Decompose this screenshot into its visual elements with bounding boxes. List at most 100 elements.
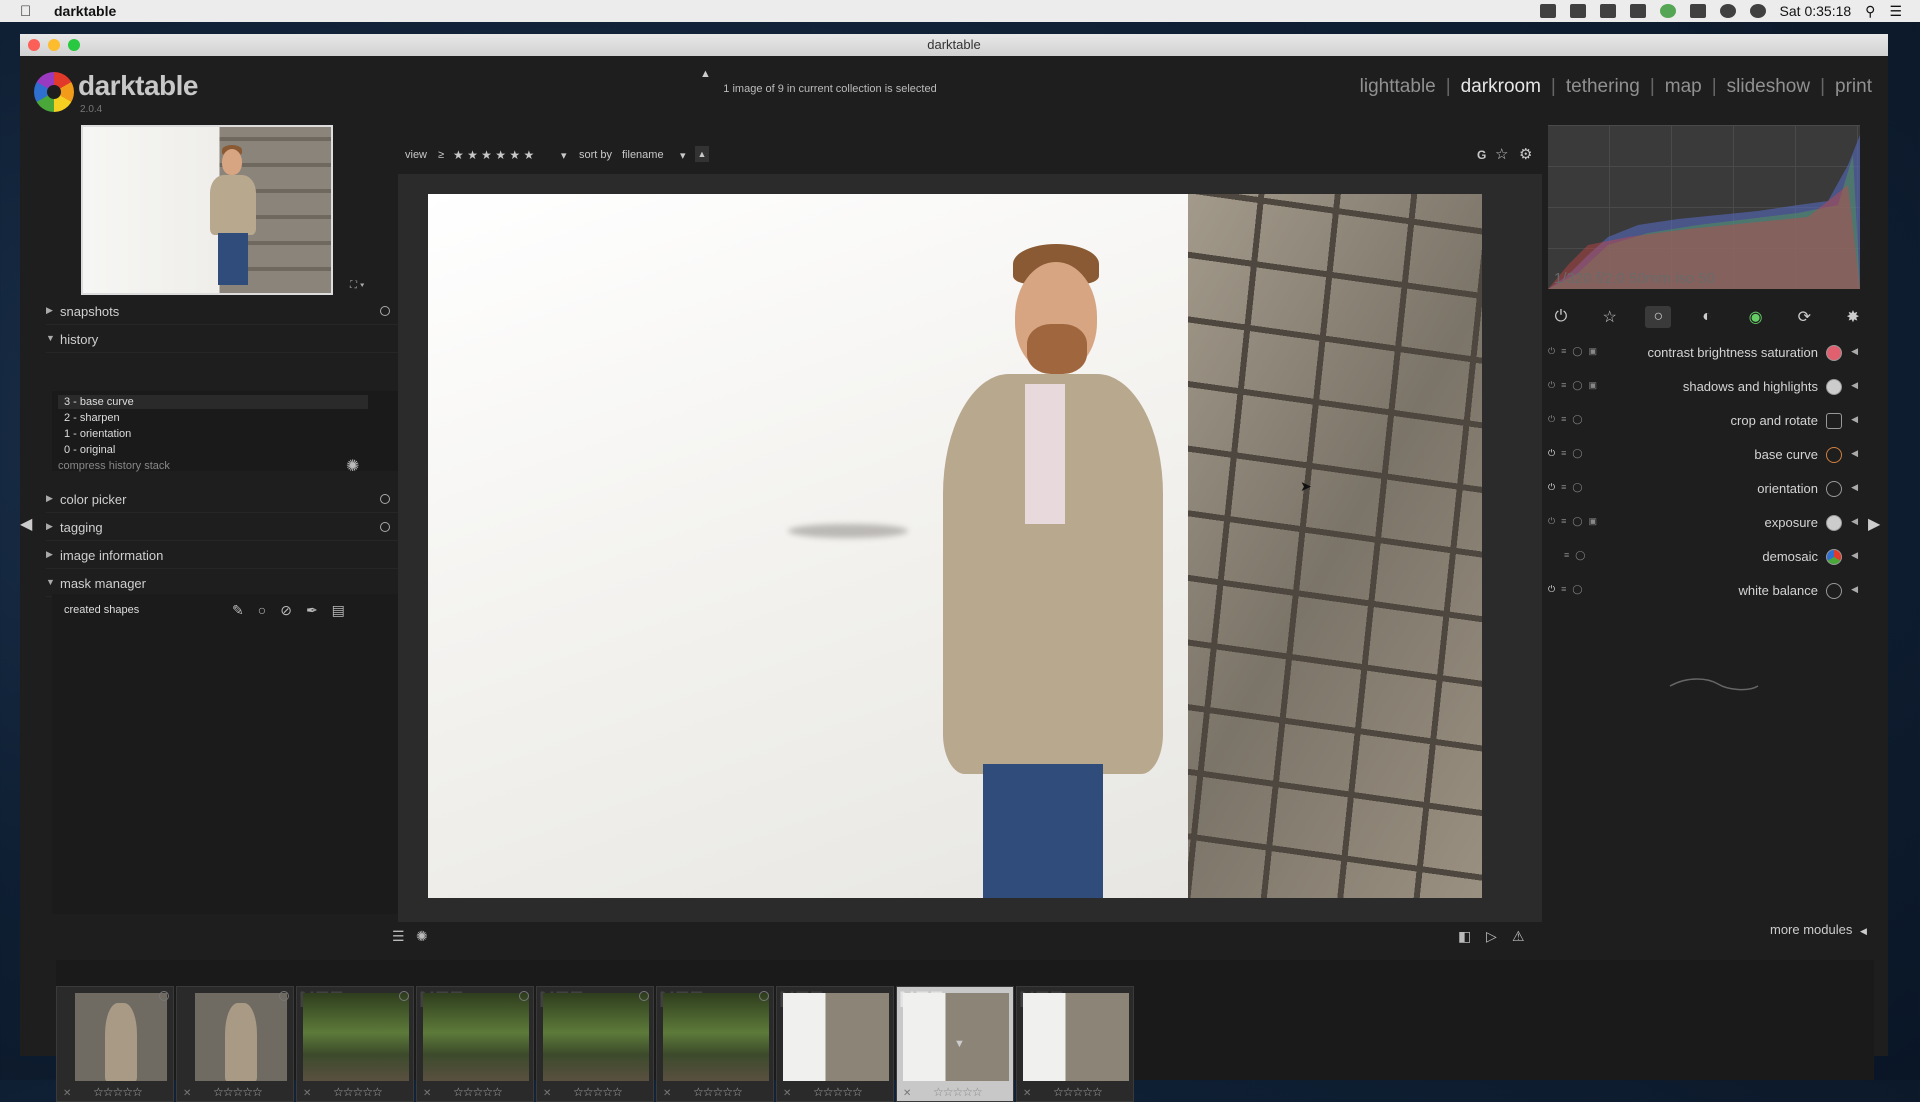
rating-comparator[interactable]: ≥ — [438, 149, 444, 161]
reject-icon[interactable]: ✕ — [783, 1088, 791, 1099]
rating-dropdown-arrow-icon[interactable]: ▾ — [561, 149, 567, 162]
gradient-tool-icon[interactable]: ▤ — [332, 602, 345, 619]
presets-icon[interactable]: ≡ — [1561, 414, 1566, 425]
basic-group-circle-icon[interactable]: ○ — [1645, 306, 1672, 328]
histogram[interactable]: 1/320 f/2.0 50mm iso 50 — [1548, 125, 1860, 289]
module-crop-and-rotate[interactable]: ⏻ ≡ ◯ crop and rotate ◀ — [1548, 406, 1860, 434]
reject-icon[interactable]: ✕ — [63, 1088, 71, 1099]
navigation-thumbnail[interactable] — [81, 125, 333, 295]
sort-order-icon[interactable]: ▲ — [695, 146, 709, 162]
reject-dot-icon[interactable] — [519, 991, 529, 1001]
view-lighttable[interactable]: lighttable — [1360, 76, 1436, 98]
reset-icon[interactable]: ◯ — [1572, 380, 1582, 391]
presets-icon[interactable]: ≡ — [1561, 584, 1566, 595]
module-base-curve[interactable]: ⏻ ≡ ◯ base curve ◀ — [1548, 440, 1860, 468]
module-color-picker[interactable]: ▶ color picker — [46, 488, 398, 513]
brush-tool-icon[interactable]: ✒ — [306, 602, 318, 619]
zoom-toggle-icon[interactable]: ⛶ ▾ — [350, 280, 365, 291]
reject-icon[interactable]: ✕ — [303, 1088, 311, 1099]
reject-icon[interactable]: ✕ — [183, 1088, 191, 1099]
presets-icon[interactable]: ≡ — [1561, 346, 1566, 357]
thumb-rating[interactable]: ☆☆☆☆☆ — [1053, 1085, 1103, 1099]
reset-icon[interactable]: ◯ — [1572, 482, 1582, 493]
expand-arrow-icon[interactable]: ◀ — [1851, 584, 1858, 595]
reject-icon[interactable]: ✕ — [423, 1088, 431, 1099]
compress-history-button[interactable]: compress history stack — [58, 460, 170, 472]
collapse-left-arrow-icon[interactable]: ◀ — [20, 514, 32, 534]
rating-filter[interactable]: ★ ★ ★ ★ ★ ★ — [453, 148, 534, 162]
filmstrip-thumb[interactable]: NEF ✕ ☆☆☆☆☆ — [416, 986, 534, 1102]
more-modules-button[interactable]: more modules ◀ — [1770, 922, 1867, 937]
notification-center-icon[interactable]: ☰ — [1889, 3, 1902, 20]
power-icon[interactable]: ⏻ — [1548, 346, 1555, 357]
filmstrip-thumb[interactable]: NEF ✕ ☆☆☆☆☆ — [536, 986, 654, 1102]
view-darkroom[interactable]: darkroom — [1461, 76, 1541, 98]
collapse-right-arrow-icon[interactable]: ▶ — [1868, 514, 1880, 534]
multi-instance-icon[interactable]: ▣ — [1588, 346, 1597, 357]
apple-icon[interactable]:  — [20, 3, 38, 20]
power-icon[interactable]: ⏻ — [1548, 448, 1555, 459]
volume-icon[interactable] — [1719, 4, 1736, 18]
history-item[interactable]: 3 - base curve — [64, 396, 134, 408]
ellipse-tool-icon[interactable]: ⊘ — [280, 602, 292, 619]
thumb-rating[interactable]: ☆☆☆☆☆ — [813, 1085, 863, 1099]
quick-access-menu-icon[interactable]: ☰ — [392, 928, 405, 945]
power-icon[interactable]: ⏻ — [1548, 482, 1555, 493]
multi-instance-icon[interactable]: ▣ — [1588, 516, 1597, 527]
presets-icon[interactable]: ≡ — [1561, 482, 1566, 493]
active-modules-power-icon[interactable]: ⏻ — [1548, 306, 1574, 328]
correct-group-icon[interactable]: ⟳ — [1791, 306, 1817, 328]
reset-icon[interactable] — [380, 494, 390, 504]
sort-dropdown-arrow-icon[interactable]: ▾ — [680, 149, 686, 162]
module-history[interactable]: ▼ history — [46, 328, 398, 353]
filmstrip-thumb[interactable]: ✕ ☆☆☆☆☆ — [176, 986, 294, 1102]
reset-icon[interactable]: ◯ — [1572, 584, 1582, 595]
expand-arrow-icon[interactable]: ◀ — [1851, 482, 1858, 493]
thumb-rating[interactable]: ☆☆☆☆☆ — [93, 1085, 143, 1099]
expand-arrow-icon[interactable]: ◀ — [1851, 380, 1858, 391]
close-window-button[interactable] — [28, 39, 40, 51]
presets-icon[interactable]: ≡ — [1561, 448, 1566, 459]
effect-group-icon[interactable]: ✸ — [1840, 306, 1866, 328]
minimize-window-button[interactable] — [48, 39, 60, 51]
clock[interactable]: Sat 0:35:18 — [1780, 3, 1852, 19]
overlays-star-icon[interactable]: ☆ — [1495, 145, 1508, 163]
drive-icon[interactable] — [1689, 4, 1706, 18]
filmstrip-thumb[interactable]: ✕ ☆☆☆☆☆ — [56, 986, 174, 1102]
filmstrip-thumb[interactable]: NEF ✕ ☆☆☆☆☆ — [776, 986, 894, 1102]
circle-tool-icon[interactable]: ○ — [258, 602, 266, 619]
module-demosaic[interactable]: ≡ ◯ demosaic ◀ — [1548, 542, 1860, 570]
dropbox-icon[interactable] — [1599, 4, 1616, 18]
thumb-rating[interactable]: ☆☆☆☆☆ — [453, 1085, 503, 1099]
softproof-icon[interactable]: ▷ — [1486, 928, 1497, 945]
module-image-information[interactable]: ▶ image information — [46, 544, 398, 569]
presets-icon[interactable]: ≡ — [1561, 516, 1566, 527]
multi-instance-icon[interactable]: ▣ — [1588, 380, 1597, 391]
reject-icon[interactable]: ✕ — [543, 1088, 551, 1099]
power-icon[interactable]: ⏻ — [1548, 584, 1555, 595]
time-machine-icon[interactable] — [1749, 4, 1766, 18]
overexposure-icon[interactable]: ◧ — [1458, 928, 1471, 945]
reject-dot-icon[interactable] — [639, 991, 649, 1001]
reject-dot-icon[interactable] — [759, 991, 769, 1001]
reset-icon[interactable]: ◯ — [1575, 550, 1585, 561]
filmstrip-thumb[interactable]: NEF ✕ ☆☆☆☆☆ — [656, 986, 774, 1102]
keyboard-icon[interactable] — [1569, 4, 1586, 18]
thumb-rating[interactable]: ☆☆☆☆☆ — [693, 1085, 743, 1099]
reject-dot-icon[interactable] — [399, 991, 409, 1001]
expand-arrow-icon[interactable]: ◀ — [1851, 516, 1858, 527]
history-item[interactable]: 2 - sharpen — [64, 412, 120, 424]
reject-icon[interactable]: ✕ — [1023, 1088, 1031, 1099]
module-shadows-and-highlights[interactable]: ⏻ ≡ ◯ ▣ shadows and highlights ◀ — [1548, 372, 1860, 400]
reject-dot-icon[interactable] — [159, 991, 169, 1001]
collapse-bottom-arrow-icon[interactable]: ▼ — [954, 1038, 965, 1050]
reset-icon[interactable] — [380, 522, 390, 532]
view-slideshow[interactable]: slideshow — [1727, 76, 1810, 98]
path-tool-icon[interactable]: ✎ — [232, 602, 244, 619]
sync-icon[interactable] — [1659, 4, 1676, 18]
module-exposure[interactable]: ⏻ ≡ ◯ ▣ exposure ◀ — [1548, 508, 1860, 536]
collapse-top-arrow-icon[interactable]: ▲ — [700, 68, 711, 80]
grouping-button[interactable]: G — [1477, 148, 1486, 162]
history-item[interactable]: 0 - original — [64, 444, 115, 456]
view-print[interactable]: print — [1835, 76, 1872, 98]
